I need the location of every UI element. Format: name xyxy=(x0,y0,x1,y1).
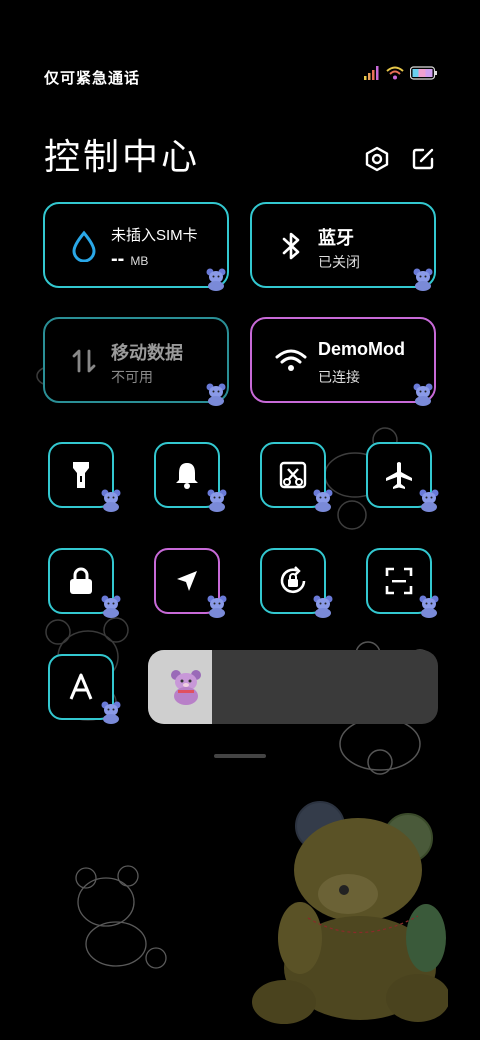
data-usage-number: -- xyxy=(111,248,125,270)
carrier-status-text: 仅可紧急通话 xyxy=(44,70,141,87)
rotation-lock-icon xyxy=(280,566,306,593)
teddy-bear-brightness-icon xyxy=(171,670,201,705)
data-usage-unit: MB xyxy=(130,254,149,268)
screenshot-scissors-icon xyxy=(279,461,307,489)
edit-icon xyxy=(412,148,434,170)
status-icons xyxy=(364,66,438,80)
bear-sticker-icon xyxy=(413,383,433,406)
bluetooth-icon xyxy=(274,229,308,263)
mobile-data-arrows-icon xyxy=(67,344,101,378)
bear-sticker-icon xyxy=(101,701,121,724)
wifi-icon xyxy=(274,344,308,378)
bear-sticker-icon xyxy=(101,489,121,512)
mobile-data-card[interactable]: 移动数据 不可用 xyxy=(43,317,229,403)
wifi-card[interactable]: DemoMod 已连接 xyxy=(250,317,436,403)
bear-sticker-icon xyxy=(206,383,226,406)
bluetooth-status: 已关闭 xyxy=(318,254,360,270)
wifi-status: 已连接 xyxy=(318,369,360,385)
settings-hexagon-icon xyxy=(365,146,389,172)
bear-sticker-icon xyxy=(207,595,227,618)
bear-sticker-icon xyxy=(206,268,226,291)
font-a-icon xyxy=(69,673,93,700)
brightness-slider[interactable] xyxy=(148,650,438,724)
bear-sticker-icon xyxy=(101,595,121,618)
signal-bars-icon xyxy=(364,66,379,80)
wifi-status-icon xyxy=(386,66,404,80)
bear-sticker-icon xyxy=(313,595,333,618)
airplane-icon xyxy=(386,462,412,489)
scan-icon xyxy=(385,567,413,595)
panel-drag-handle[interactable] xyxy=(214,754,266,758)
bluetooth-title: 蓝牙 xyxy=(318,228,354,248)
bear-sticker-icon xyxy=(413,268,433,291)
bell-icon xyxy=(176,463,198,489)
battery-icon xyxy=(410,66,437,80)
sim-data-card[interactable]: 未插入SIM卡 -- MB xyxy=(43,202,229,288)
bear-sticker-icon xyxy=(419,489,439,512)
teddy-bear-wallpaper-image xyxy=(252,801,448,1024)
settings-button[interactable] xyxy=(362,144,392,174)
location-arrow-icon xyxy=(177,571,197,591)
bear-sticker-icon xyxy=(207,489,227,512)
mobile-data-status: 不可用 xyxy=(111,369,153,385)
lock-icon xyxy=(70,567,92,594)
bear-sticker-icon xyxy=(419,595,439,618)
bluetooth-card[interactable]: 蓝牙 已关闭 xyxy=(250,202,436,288)
bear-outline-decoration-5 xyxy=(75,865,167,969)
water-drop-icon xyxy=(67,229,101,263)
wifi-network-name: DemoMod xyxy=(318,339,405,359)
mobile-data-title: 移动数据 xyxy=(111,343,183,363)
flashlight-icon xyxy=(73,462,89,488)
bear-sticker-icon xyxy=(313,489,333,512)
page-title: 控制中心 xyxy=(44,136,201,177)
sim-status-label: 未插入SIM卡 xyxy=(111,227,198,244)
edit-button[interactable] xyxy=(408,144,438,174)
data-usage-value: -- MB xyxy=(111,248,148,271)
